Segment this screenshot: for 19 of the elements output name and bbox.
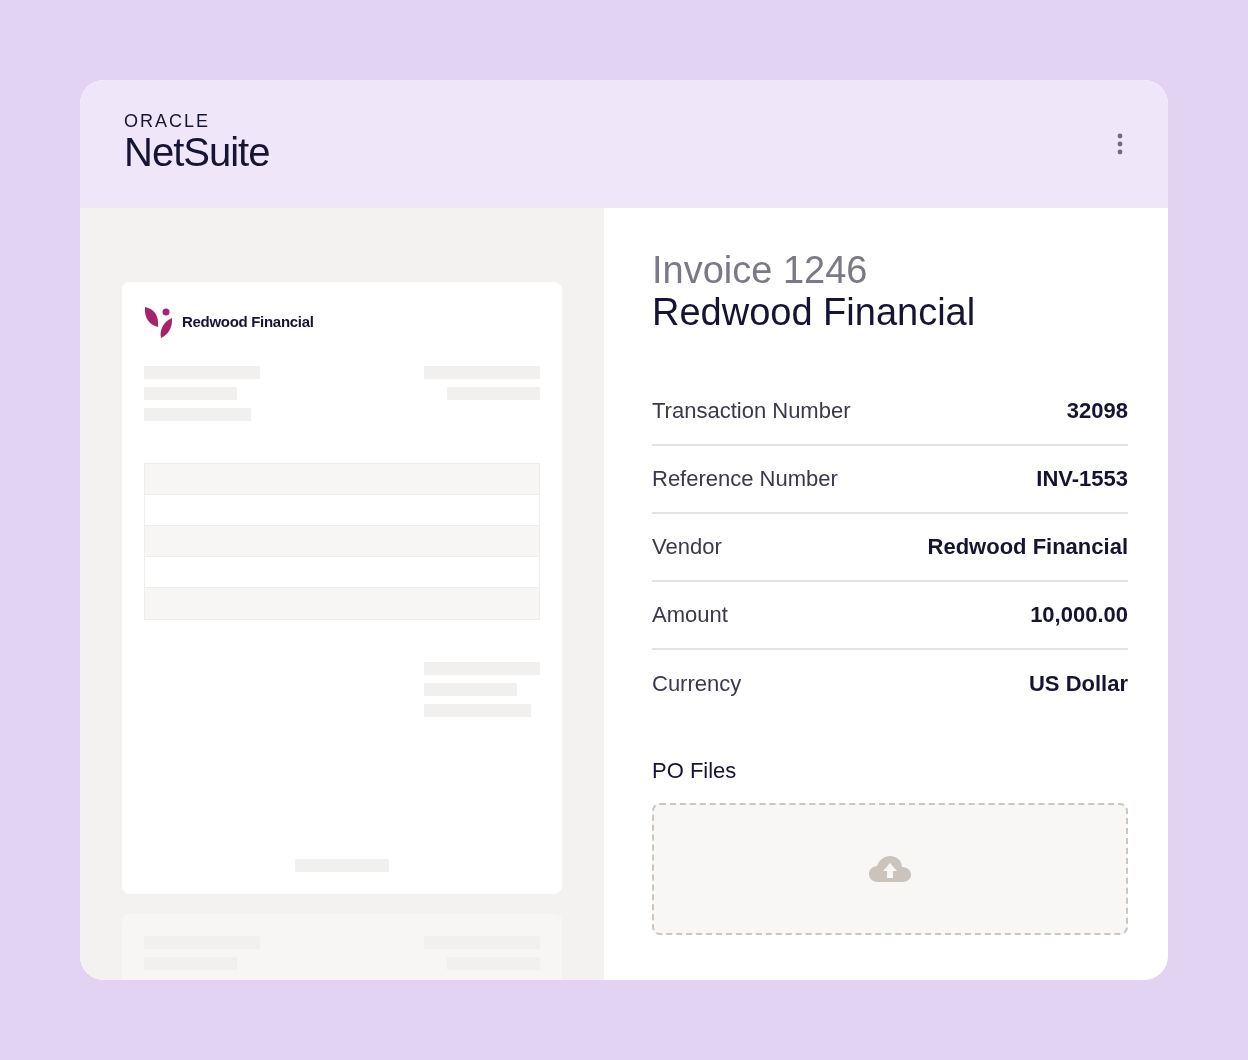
invoice-title: Invoice 1246 [652,250,869,292]
leaf-logo-icon [144,305,174,339]
field-label: Vendor [652,533,722,562]
brand-wordmark: ORACLE [124,112,212,130]
field-value: Redwood Financial [927,533,1128,562]
brand-name: NetSuite [124,130,270,174]
field-label: Amount [652,601,728,630]
upload-cloud-icon [869,855,911,882]
field-label: Reference Number [652,465,838,494]
company-name: Redwood Financial [182,311,314,332]
field-value: US Dollar [1028,670,1128,699]
vendor-title: Redwood Financial [652,291,977,334]
field-value: INV-1553 [1036,465,1128,494]
more-options-icon[interactable] [1116,132,1124,156]
field-value: 32098 [1066,397,1128,426]
field-value: 10,000.00 [1030,601,1128,630]
field-label: Currency [652,670,742,699]
field-label: Transaction Number [652,397,851,426]
section-label: PO Files [652,756,737,785]
